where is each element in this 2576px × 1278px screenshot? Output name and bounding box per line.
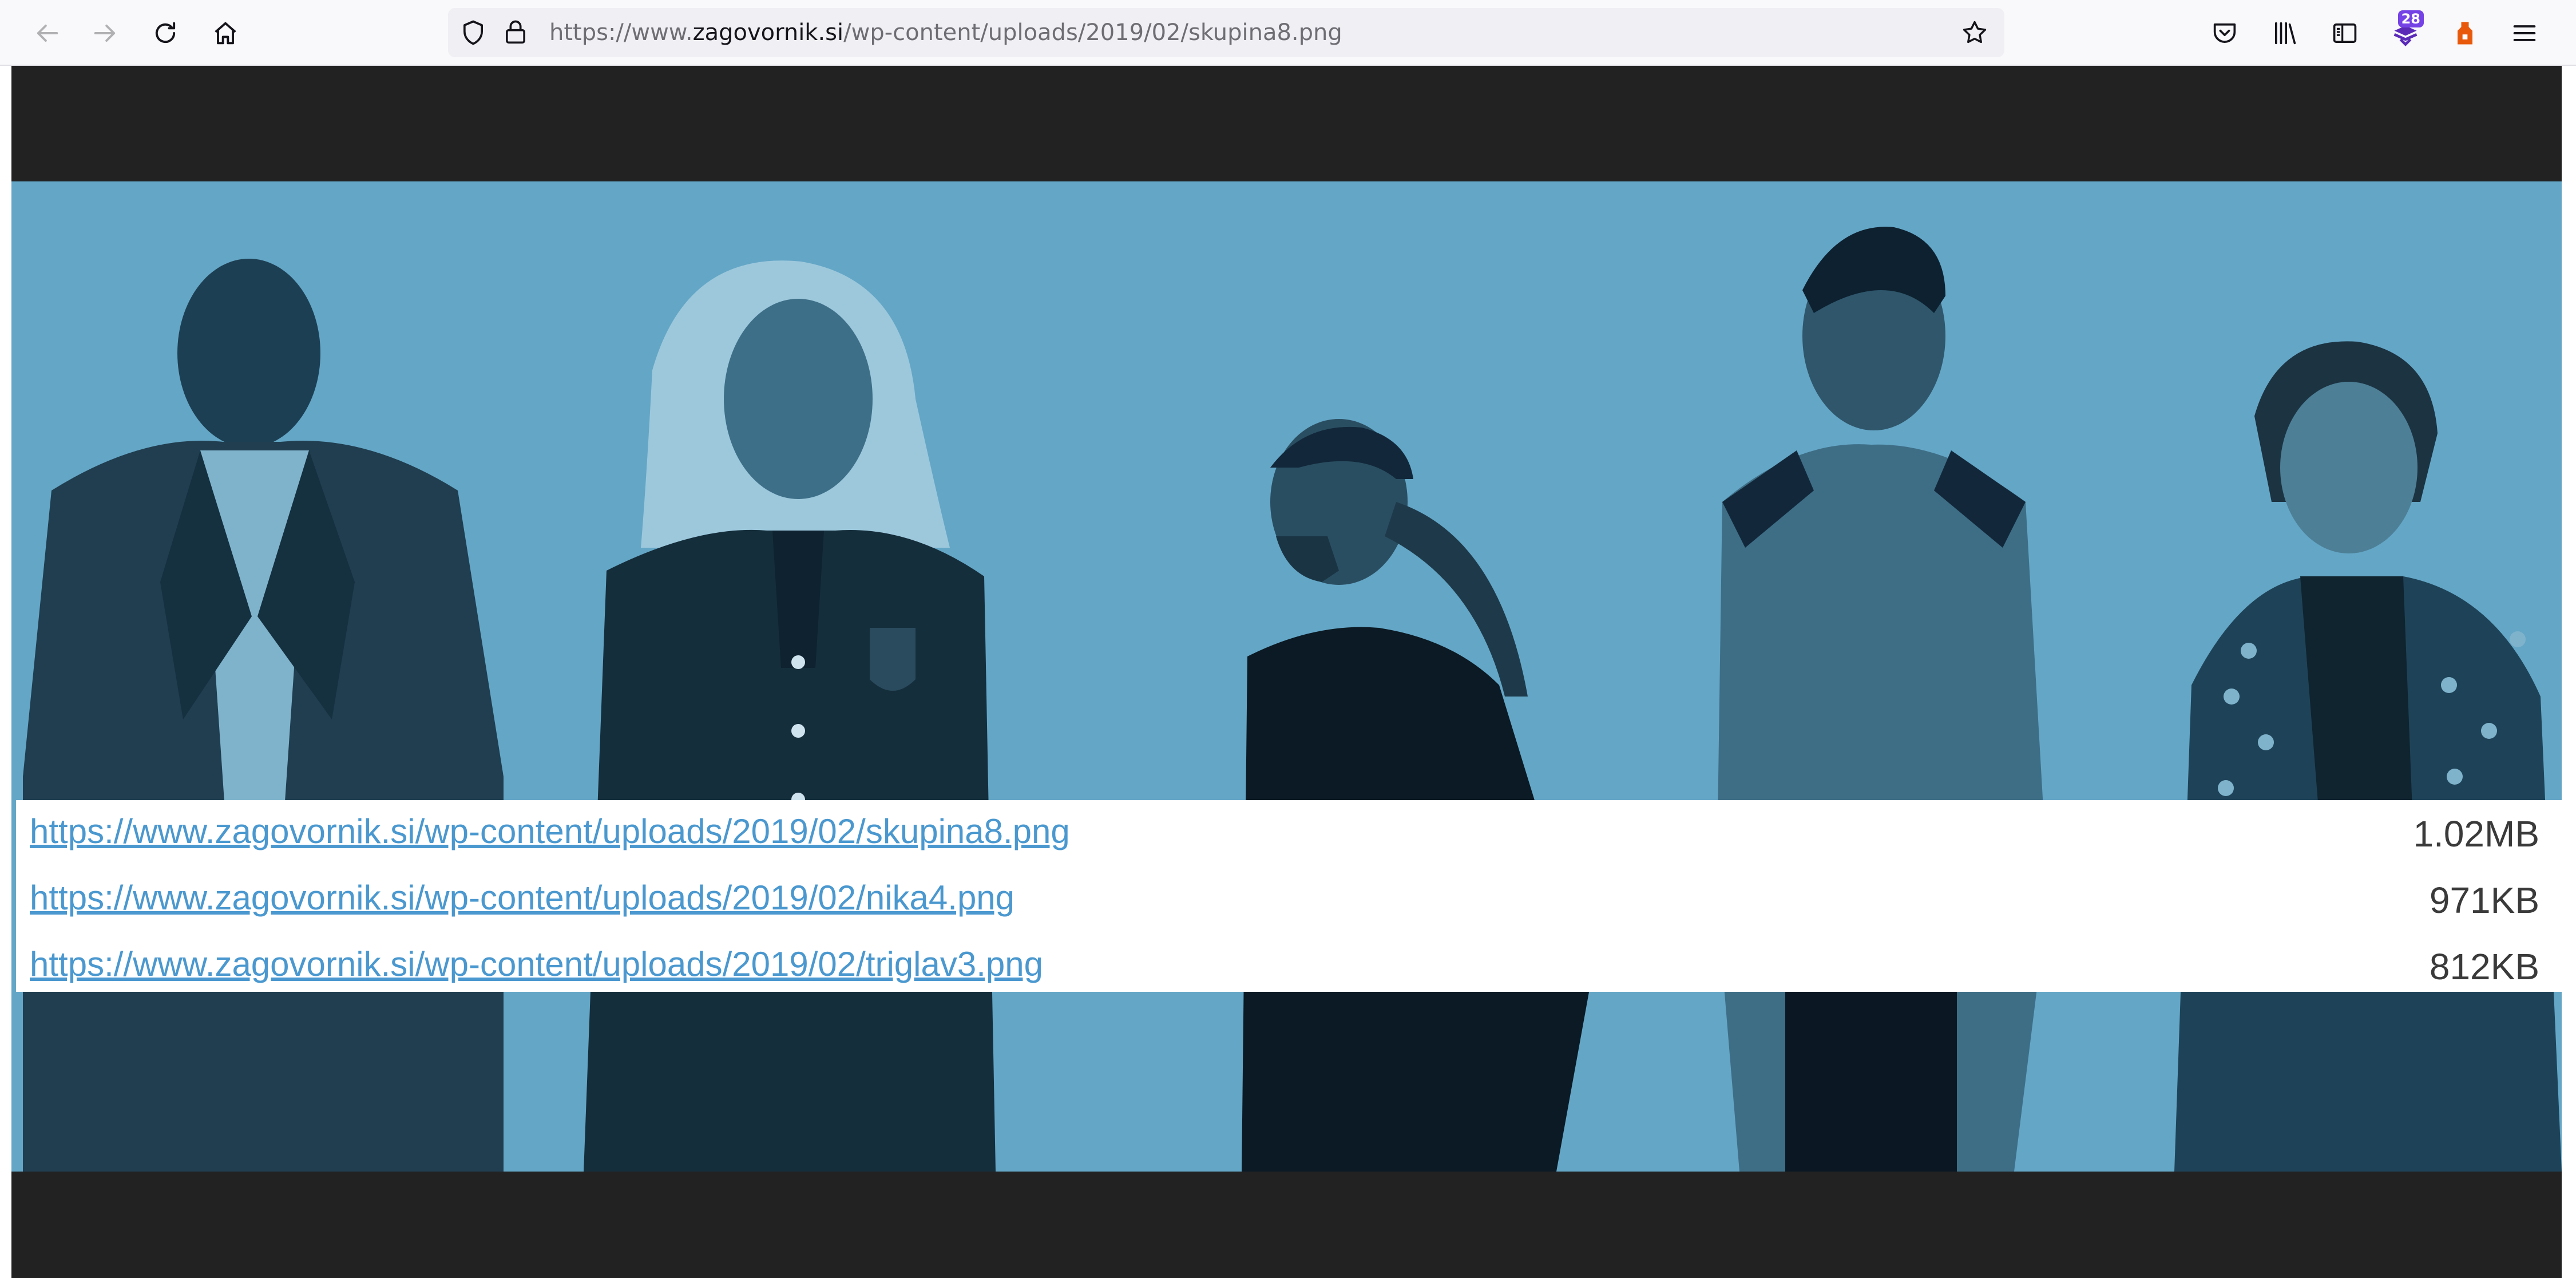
padlock-icon[interactable] [501, 18, 530, 48]
image-link[interactable]: https://www.zagovornik.si/wp-content/upl… [30, 812, 1070, 851]
image-link-list: https://www.zagovornik.si/wp-content/upl… [16, 800, 2562, 992]
url-text[interactable]: https://www.zagovornik.si/wp-content/upl… [549, 8, 1342, 57]
hamburger-menu-icon [2513, 25, 2536, 41]
file-size: 812KB [2429, 946, 2539, 987]
orange-extension-button[interactable] [2444, 13, 2486, 54]
sidebar-icon [2333, 23, 2357, 43]
url-host: zagovornik.si [692, 19, 844, 46]
address-bar[interactable]: https://www.zagovornik.si/wp-content/upl… [448, 8, 2004, 57]
home-icon [215, 22, 236, 45]
page-viewport: https://www.zagovornik.si/wp-content/upl… [11, 66, 2562, 1278]
library-button[interactable] [2264, 13, 2305, 54]
file-size: 971KB [2429, 880, 2539, 921]
image-download-extension-button[interactable]: 28 [2385, 10, 2426, 54]
list-item: https://www.zagovornik.si/wp-content/upl… [16, 933, 2562, 997]
tracking-protection-shield-icon[interactable] [458, 18, 488, 48]
back-arrow-icon [37, 25, 58, 42]
person-3-figure [1242, 419, 1591, 1172]
url-prefix: https://www. [549, 19, 693, 46]
pocket-button[interactable] [2204, 13, 2245, 54]
forward-arrow-icon [94, 25, 116, 42]
pocket-icon [2213, 23, 2236, 43]
displayed-image [11, 181, 2562, 1172]
list-item: https://www.zagovornik.si/wp-content/upl… [16, 800, 2562, 864]
bookmark-star-icon[interactable] [1960, 18, 1990, 48]
home-button[interactable] [205, 13, 246, 54]
back-button[interactable] [26, 13, 68, 54]
reload-icon [155, 22, 176, 43]
sidebar-button[interactable] [2324, 13, 2365, 54]
person-4-figure [1717, 227, 2048, 1172]
library-icon [2274, 22, 2296, 45]
forward-button[interactable] [85, 13, 126, 54]
url-path: /wp-content/uploads/2019/02/skupina8.png [843, 19, 1342, 46]
file-size: 1.02MB [2413, 813, 2539, 854]
browser-toolbar: https://www.zagovornik.si/wp-content/upl… [0, 0, 2576, 66]
person-5-figure [2174, 341, 2562, 1172]
person-1-figure [23, 259, 504, 1172]
reload-button[interactable] [145, 13, 186, 54]
image-link[interactable]: https://www.zagovornik.si/wp-content/upl… [30, 878, 1014, 917]
image-link[interactable]: https://www.zagovornik.si/wp-content/upl… [30, 944, 1043, 984]
list-item: https://www.zagovornik.si/wp-content/upl… [16, 866, 2562, 931]
person-2-figure [584, 260, 996, 1172]
group-photo [23, 227, 2562, 1172]
app-menu-button[interactable] [2504, 13, 2545, 54]
orange-extension-icon [2458, 22, 2472, 45]
extension-badge-count: 28 [2397, 10, 2424, 27]
